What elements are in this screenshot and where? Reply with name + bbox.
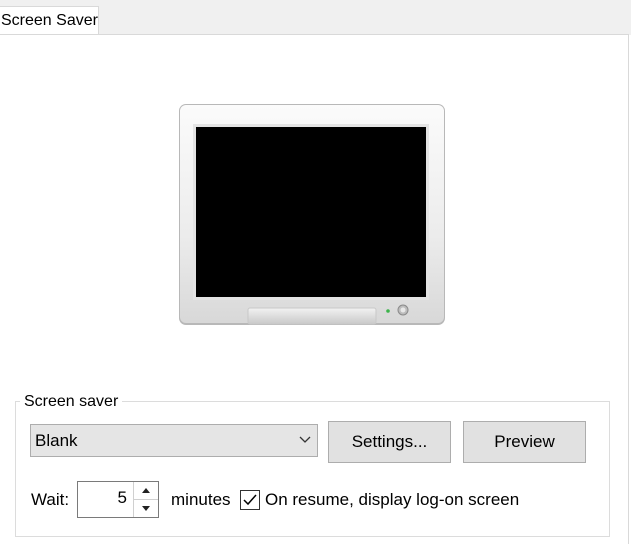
monitor-preview xyxy=(179,104,445,325)
spin-down-button[interactable] xyxy=(134,500,158,517)
spin-buttons xyxy=(133,482,158,517)
minutes-label: minutes xyxy=(171,490,231,509)
screen-saver-selected: Blank xyxy=(35,431,78,450)
screen-saver-group-label: Screen saver xyxy=(20,392,123,412)
wait-minutes-value[interactable]: 5 xyxy=(118,486,127,510)
spin-up-button[interactable] xyxy=(134,482,158,500)
monitor-screen xyxy=(196,127,426,297)
wait-label: Wait: xyxy=(31,490,70,509)
chevron-down-icon xyxy=(142,506,150,511)
power-led xyxy=(386,309,390,313)
wait-minutes-stepper[interactable]: 5 xyxy=(77,481,159,518)
chevron-down-icon xyxy=(299,436,311,443)
tab-screen-saver[interactable]: Screen Saver xyxy=(0,6,99,35)
settings-button[interactable]: Settings... xyxy=(328,421,451,463)
checkmark-icon xyxy=(243,494,257,506)
preview-button[interactable]: Preview xyxy=(463,421,586,463)
screen-saver-dropdown[interactable]: Blank xyxy=(30,424,318,457)
resume-checkbox-label[interactable]: On resume, display log-on screen xyxy=(265,489,519,511)
chevron-up-icon xyxy=(142,488,150,493)
resume-checkbox[interactable] xyxy=(240,490,260,510)
